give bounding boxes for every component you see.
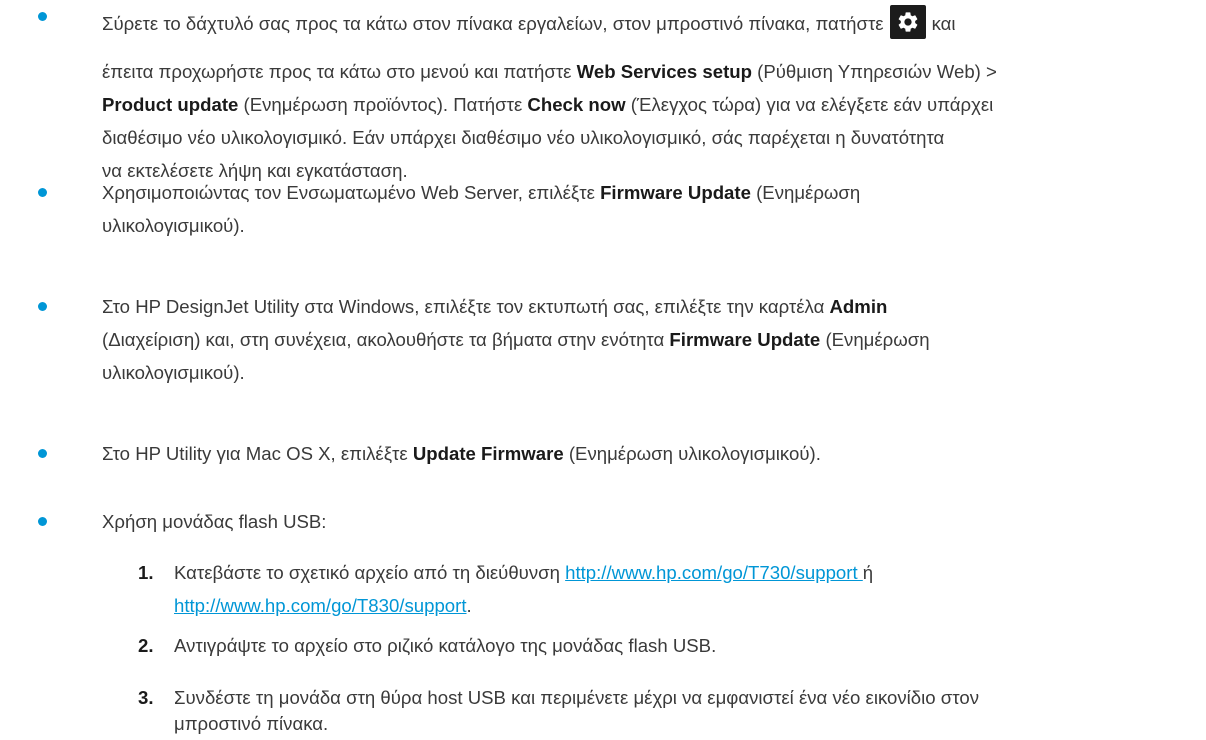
document-page: Σύρετε το δάχτυλό σας προς τα κάτω στον … xyxy=(0,0,1206,734)
text-segment: Στο HP Utility για Mac OS X, επιλέξτε xyxy=(102,443,413,464)
settings-button-image xyxy=(889,5,926,40)
text-line: έπειτα προχωρήστε προς τα κάτω στο μενού… xyxy=(102,55,1206,88)
step-number: 1. xyxy=(138,562,154,583)
text-line: Σύρετε το δάχτυλό σας προς τα κάτω στον … xyxy=(102,5,1206,40)
text-line: Κατεβάστε το σχετικό αρχείο από τη διεύθ… xyxy=(174,556,1206,589)
text-line: Στο HP Utility για Mac OS X, επιλέξτε Up… xyxy=(102,437,1206,470)
step-number: 3. xyxy=(138,687,154,708)
text-line: Product update (Ενημέρωση προϊόντος). Πα… xyxy=(102,88,1206,121)
list-item-hp-utility-mac: Στο HP Utility για Mac OS X, επιλέξτε Up… xyxy=(0,437,1206,470)
menu-term: Web Services setup xyxy=(576,61,752,82)
text-segment: Στο HP DesignJet Utility στα Windows, επ… xyxy=(102,296,830,317)
menu-term: Firmware Update xyxy=(600,182,751,203)
text-line: Αντιγράψτε το αρχείο στο ριζικό κατάλογο… xyxy=(174,635,717,656)
bullet-dot xyxy=(38,449,47,458)
text-segment: (Έλεγχος τώρα) για να ελέγξετε εάν υπάρχ… xyxy=(625,94,994,115)
text-line: διαθέσιμο νέο υλικολογισμικό. Εάν υπάρχε… xyxy=(102,127,945,148)
text-line: Χρήση μονάδας flash USB: xyxy=(102,511,327,532)
list-item-embedded-web-server: Χρησιμοποιώντας τον Ενσωματωμένο Web Ser… xyxy=(0,176,1206,242)
menu-term: Update Firmware xyxy=(412,443,564,464)
list-item-designjet-utility: Στο HP DesignJet Utility στα Windows, επ… xyxy=(0,290,1206,389)
menu-term: Firmware Update xyxy=(669,329,821,350)
text-line: υλικολογισμικού). xyxy=(102,215,245,236)
text-segment: Χρησιμοποιώντας τον Ενσωματωμένο Web Ser… xyxy=(102,182,601,203)
text-segment: και xyxy=(931,13,956,34)
text-segment: (Διαχείριση) και, στη συνέχεια, ακολουθή… xyxy=(102,329,670,350)
text-segment: (Ενημέρωση xyxy=(750,182,861,203)
text-segment: (Ενημέρωση προϊόντος). Πατήστε xyxy=(238,94,528,115)
list-item-usb-flash: Χρήση μονάδας flash USB: xyxy=(0,505,1206,538)
text-segment: ή xyxy=(862,562,874,583)
text-segment: Σύρετε το δάχτυλό σας προς τα κάτω στον … xyxy=(102,13,884,34)
step-copy: 2. Αντιγράψτε το αρχείο στο ριζικό κατάλ… xyxy=(0,629,1206,662)
text-line: Στο HP DesignJet Utility στα Windows, επ… xyxy=(102,290,1206,323)
text-segment: έπειτα προχωρήστε προς τα κάτω στο μενού… xyxy=(102,61,577,82)
support-link-t830[interactable]: http://www.hp.com/go/T830/support xyxy=(174,595,467,616)
bullet-dot xyxy=(38,302,47,311)
bullet-dot xyxy=(38,12,47,21)
bullet-dot xyxy=(38,517,47,526)
step-connect: 3. Συνδέστε τη μονάδα στη θύρα host USB … xyxy=(0,681,1206,740)
step-number: 2. xyxy=(138,635,154,656)
menu-term: Admin xyxy=(829,296,888,317)
text-line: (Διαχείριση) και, στη συνέχεια, ακολουθή… xyxy=(102,323,1206,356)
text-line: http://www.hp.com/go/T830/support. xyxy=(174,589,1206,622)
text-segment: (Ενημέρωση xyxy=(820,329,930,350)
support-link-t730[interactable]: http://www.hp.com/go/T730/support xyxy=(565,562,863,583)
bullet-dot xyxy=(38,188,47,197)
text-line: υλικολογισμικού). xyxy=(102,362,245,383)
text-line: Χρησιμοποιώντας τον Ενσωματωμένο Web Ser… xyxy=(102,176,1206,209)
text-segment: . xyxy=(466,595,472,616)
text-segment: (Ρύθμιση Υπηρεσιών Web) > xyxy=(751,61,997,82)
text-segment: Κατεβάστε το σχετικό αρχείο από τη διεύθ… xyxy=(174,562,566,583)
step-download: 1. Κατεβάστε το σχετικό αρχείο από τη δι… xyxy=(0,556,1206,622)
menu-term: Check now xyxy=(527,94,626,115)
menu-term: Product update xyxy=(102,94,239,115)
list-item-front-panel: Σύρετε το δάχτυλό σας προς τα κάτω στον … xyxy=(0,0,1206,187)
gear-icon xyxy=(898,12,917,32)
text-segment: (Ενημέρωση υλικολογισμικού). xyxy=(563,443,821,464)
